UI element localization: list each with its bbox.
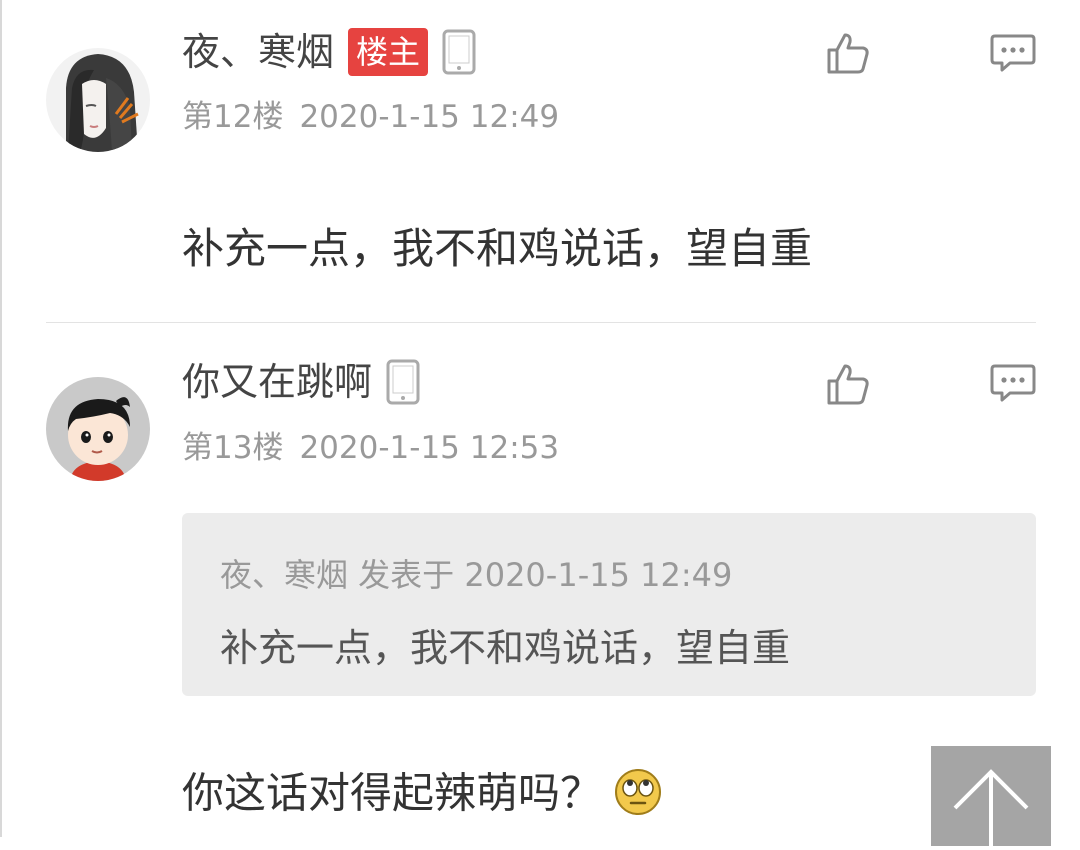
op-badge: 楼主: [348, 28, 429, 76]
post-meta: 第12楼 2020-1-15 12:49: [182, 102, 559, 133]
username-row: 你又在跳啊: [182, 356, 420, 408]
post-divider: [46, 322, 1036, 323]
rolling-eyes-emoji-icon: [614, 768, 662, 816]
avatar[interactable]: [46, 377, 150, 481]
floor-number: 第13楼: [182, 430, 284, 466]
post-content-text: 你这话对得起辣萌吗？: [182, 768, 603, 818]
floor-number: 第12楼: [182, 99, 284, 135]
mobile-phone-icon: [386, 359, 420, 405]
username[interactable]: 夜、寒烟: [182, 33, 334, 71]
post-time: 2020-1-15 12:53: [299, 430, 560, 466]
quote-meta: 夜、寒烟 发表于 2020-1-15 12:49: [220, 556, 733, 594]
post-meta: 第13楼 2020-1-15 12:53: [182, 433, 559, 464]
comment-icon[interactable]: [990, 363, 1036, 407]
left-edge-border: [0, 0, 2, 837]
comment-icon[interactable]: [990, 33, 1036, 77]
username[interactable]: 你又在跳啊: [182, 363, 372, 401]
post-time: 2020-1-15 12:49: [299, 99, 560, 135]
avatar[interactable]: [46, 48, 150, 152]
post-content: 补充一点，我不和鸡说话，望自重: [182, 224, 813, 273]
thumbs-up-icon[interactable]: [826, 362, 870, 410]
quoted-post[interactable]: 夜、寒烟 发表于 2020-1-15 12:49 补充一点，我不和鸡说话，望自重: [182, 513, 1036, 696]
back-to-top-button[interactable]: [931, 746, 1051, 846]
arrow-up-icon: [953, 769, 1029, 846]
post-content: 你这话对得起辣萌吗？: [182, 768, 662, 820]
username-row: 夜、寒烟 楼主: [182, 26, 476, 78]
mobile-phone-icon: [442, 29, 476, 75]
thumbs-up-icon[interactable]: [826, 31, 870, 79]
quote-text: 补充一点，我不和鸡说话，望自重: [220, 626, 791, 670]
